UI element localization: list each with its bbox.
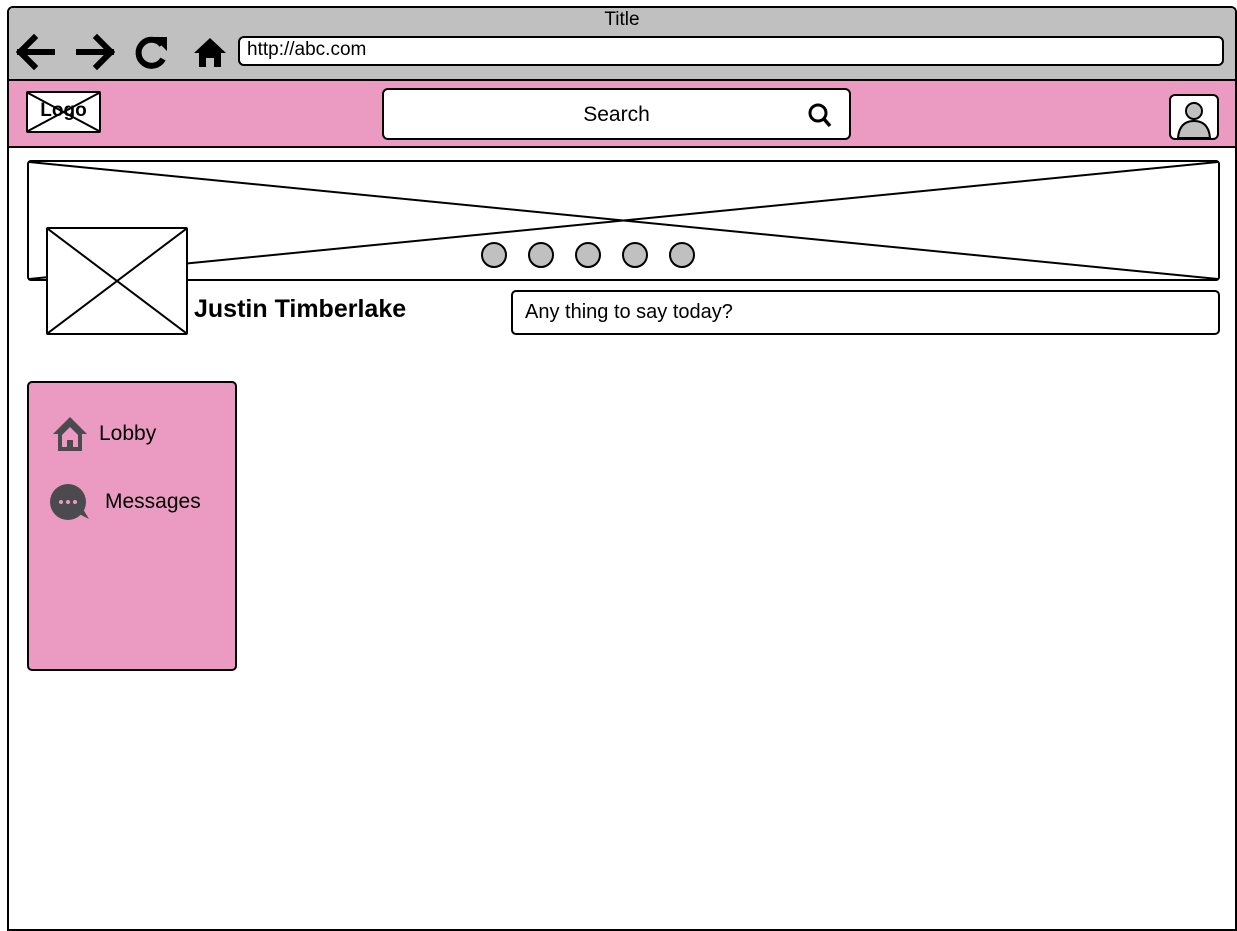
logo[interactable]: Logo xyxy=(26,91,101,133)
search-label: Search xyxy=(583,103,650,126)
cover-image-carousel xyxy=(27,160,1220,281)
reload-icon xyxy=(135,36,167,69)
home-icon xyxy=(194,38,226,67)
sidebar-item-label: Lobby xyxy=(99,422,157,445)
sidebar-item-lobby[interactable]: Lobby xyxy=(51,415,156,453)
arrow-left-icon xyxy=(16,33,55,71)
carousel-dot[interactable] xyxy=(528,242,554,268)
carousel-dots xyxy=(481,242,695,268)
status-input[interactable] xyxy=(511,290,1220,335)
chat-bubble-icon xyxy=(50,484,89,520)
browser-window: Title http://abc.com Logo Search Justin … xyxy=(7,6,1237,931)
image-placeholder-icon xyxy=(48,229,186,333)
home-button[interactable] xyxy=(190,32,230,72)
browser-chrome: Title http://abc.com xyxy=(9,8,1235,81)
house-icon xyxy=(53,417,87,451)
address-bar[interactable]: http://abc.com xyxy=(238,36,1224,66)
search-box[interactable]: Search xyxy=(382,88,851,140)
search-icon[interactable] xyxy=(807,102,833,128)
app-header: Logo Search xyxy=(9,81,1235,148)
forward-button[interactable] xyxy=(75,32,115,72)
back-button[interactable] xyxy=(16,32,56,72)
reload-button[interactable] xyxy=(131,32,171,72)
carousel-dot[interactable] xyxy=(575,242,601,268)
carousel-dot[interactable] xyxy=(669,242,695,268)
user-profile-button[interactable] xyxy=(1169,94,1219,140)
sidebar-item-messages[interactable]: Messages xyxy=(49,483,201,521)
sidebar-item-label: Messages xyxy=(105,490,201,513)
profile-name: Justin Timberlake xyxy=(194,295,407,323)
user-icon xyxy=(1176,102,1212,138)
arrow-right-icon xyxy=(76,33,115,71)
profile-picture[interactable] xyxy=(46,227,188,335)
logo-text: Logo xyxy=(40,100,87,121)
sidebar: Lobby Messages xyxy=(27,381,237,671)
carousel-dot[interactable] xyxy=(481,242,507,268)
window-title: Title xyxy=(604,9,640,30)
carousel-dot[interactable] xyxy=(622,242,648,268)
